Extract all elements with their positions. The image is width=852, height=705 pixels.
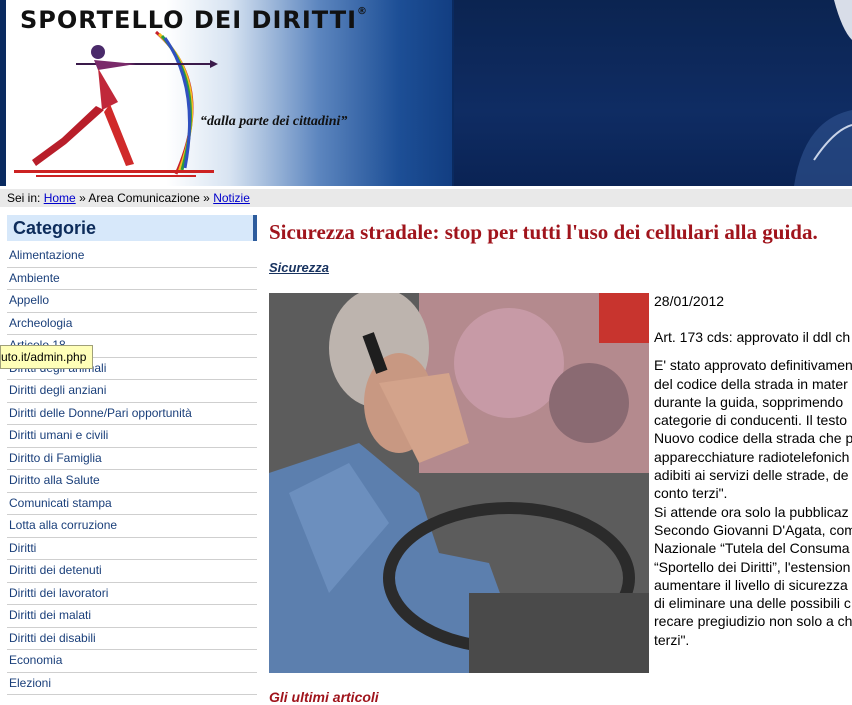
category-item[interactable]: Diritti dei disabili bbox=[7, 628, 257, 650]
article-line: Secondo Giovanni D'Agata, com bbox=[654, 521, 852, 538]
article-photo bbox=[269, 293, 649, 673]
category-item[interactable]: Diritti dei lavoratori bbox=[7, 583, 257, 605]
category-item[interactable]: Comunicati stampa bbox=[7, 493, 257, 515]
breadcrumb-prefix: Sei in: bbox=[7, 191, 41, 205]
category-item[interactable]: Lotta alla corruzione bbox=[7, 515, 257, 538]
article-line: conto terzi". bbox=[654, 485, 728, 502]
category-item[interactable]: Economia bbox=[7, 650, 257, 673]
link-tooltip: uto.it/admin.php bbox=[0, 345, 94, 369]
breadcrumb-separator: » bbox=[203, 191, 210, 205]
article-line: del codice della strada in mater bbox=[654, 375, 848, 392]
category-item[interactable]: Diritti degli anziani bbox=[7, 380, 257, 403]
article-date: 28/01/2012 bbox=[654, 293, 725, 309]
breadcrumb-separator: » bbox=[79, 191, 86, 205]
article-line: apparecchiature radiotelefonich bbox=[654, 448, 850, 465]
article-line: recare pregiudizio non solo a ch bbox=[654, 613, 852, 630]
category-item[interactable]: Diritti dei detenuti bbox=[7, 560, 257, 583]
article-line: terzi". bbox=[654, 631, 690, 648]
breadcrumb-current-link[interactable]: Notizie bbox=[213, 191, 250, 205]
article-subtitle: Art. 173 cds: approvato il ddl ch bbox=[654, 329, 851, 345]
article-line: Si attende ora solo la pubblicaz bbox=[654, 503, 849, 520]
category-list: Alimentazione Ambiente Appello Archeolog… bbox=[7, 245, 257, 695]
article-title: Sicurezza stradale: stop per tutti l'uso… bbox=[269, 220, 818, 244]
article-line: categorie di conducenti. Il testo bbox=[654, 412, 848, 429]
article-photo-image bbox=[269, 293, 649, 673]
category-item[interactable]: Diritti umani e civili bbox=[7, 425, 257, 448]
category-item[interactable]: Diritti delle Donne/Pari opportunità bbox=[7, 403, 257, 425]
article: Sicurezza stradale: stop per tutti l'uso… bbox=[269, 215, 852, 705]
latest-articles-heading: Gli ultimi articoli bbox=[269, 689, 379, 705]
category-item[interactable]: Ambiente bbox=[7, 268, 257, 290]
article-section-link[interactable]: Sicurezza bbox=[269, 260, 329, 275]
breadcrumb-home-link[interactable]: Home bbox=[44, 191, 76, 205]
article-line: di eliminare una delle possibili c bbox=[654, 595, 851, 612]
article-line: Nuovo codice della strada che p bbox=[654, 430, 852, 447]
article-line: aumentare il livello di sicurezza bbox=[654, 576, 848, 593]
sidebar: Categorie Alimentazione Ambiente Appello… bbox=[7, 215, 257, 695]
article-line: Nazionale “Tutela del Consuma bbox=[654, 540, 850, 557]
category-item[interactable]: Diritto di Famiglia bbox=[7, 448, 257, 470]
article-line: durante la guida, sopprimendo bbox=[654, 393, 844, 410]
tagline: “dalla parte dei cittadini” bbox=[200, 114, 348, 129]
category-item[interactable]: Appello bbox=[7, 290, 257, 313]
article-body: Art. 173 cds: approvato il ddl ch E' sta… bbox=[654, 328, 852, 649]
category-item[interactable]: Diritto alla Salute bbox=[7, 470, 257, 493]
categories-heading: Categorie bbox=[7, 215, 257, 241]
category-item[interactable]: Alimentazione bbox=[7, 245, 257, 268]
breadcrumb: Sei in: Home » Area Comunicazione » Noti… bbox=[0, 189, 852, 207]
category-item[interactable]: Diritti bbox=[7, 538, 257, 560]
header-photo bbox=[454, 0, 852, 186]
archer-logo-icon bbox=[14, 30, 218, 177]
site-logo[interactable]: SPORTELLO DEI DIRITTI® “dalla parte dei … bbox=[6, 0, 452, 186]
category-item[interactable]: Elezioni bbox=[7, 673, 257, 695]
category-item[interactable]: Archeologia bbox=[7, 313, 257, 335]
breadcrumb-section: Area Comunicazione bbox=[88, 191, 200, 205]
category-item[interactable]: Diritti dei malati bbox=[7, 605, 257, 628]
header-banner: SPORTELLO DEI DIRITTI® “dalla parte dei … bbox=[0, 0, 852, 186]
article-line: adibiti ai servizi delle strade, de bbox=[654, 467, 849, 484]
header-photo-shape bbox=[794, 0, 852, 186]
article-line: “Sportello dei Diritti”, l'estension bbox=[654, 558, 851, 575]
article-line: E' stato approvato definitivamen bbox=[654, 357, 852, 374]
